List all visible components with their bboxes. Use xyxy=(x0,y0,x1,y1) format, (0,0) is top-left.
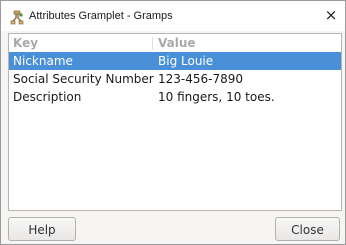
close-window-icon[interactable]: × xyxy=(323,6,339,24)
table-row-nickname[interactable]: Nickname Big Louie xyxy=(9,52,341,70)
title-bar[interactable]: Attributes Gramplet - Gramps × xyxy=(1,1,345,31)
attributes-list[interactable]: Key Value Nickname Big Louie Social Secu… xyxy=(8,33,342,211)
row-key: Description xyxy=(13,90,82,104)
row-value: 123-456-7890 xyxy=(158,72,244,86)
table-row-ssn[interactable]: Social Security Number 123-456-7890 xyxy=(9,70,341,88)
list-header: Key Value xyxy=(9,34,341,52)
column-header-value[interactable]: Value xyxy=(158,36,196,50)
table-row-description[interactable]: Description 10 fingers, 10 toes. xyxy=(9,88,341,106)
attributes-gramplet-window: Attributes Gramplet - Gramps × Key Value… xyxy=(0,0,346,245)
close-button[interactable]: Close xyxy=(275,217,340,241)
row-key: Nickname xyxy=(13,54,73,68)
row-value: Big Louie xyxy=(158,54,214,68)
row-key: Social Security Number xyxy=(13,72,154,86)
help-button[interactable]: Help xyxy=(8,217,76,241)
window-title: Attributes Gramplet - Gramps xyxy=(29,10,173,22)
column-divider xyxy=(152,37,153,50)
row-value: 10 fingers, 10 toes. xyxy=(158,90,275,104)
gramps-app-icon xyxy=(10,10,24,25)
column-header-key[interactable]: Key xyxy=(13,36,38,50)
